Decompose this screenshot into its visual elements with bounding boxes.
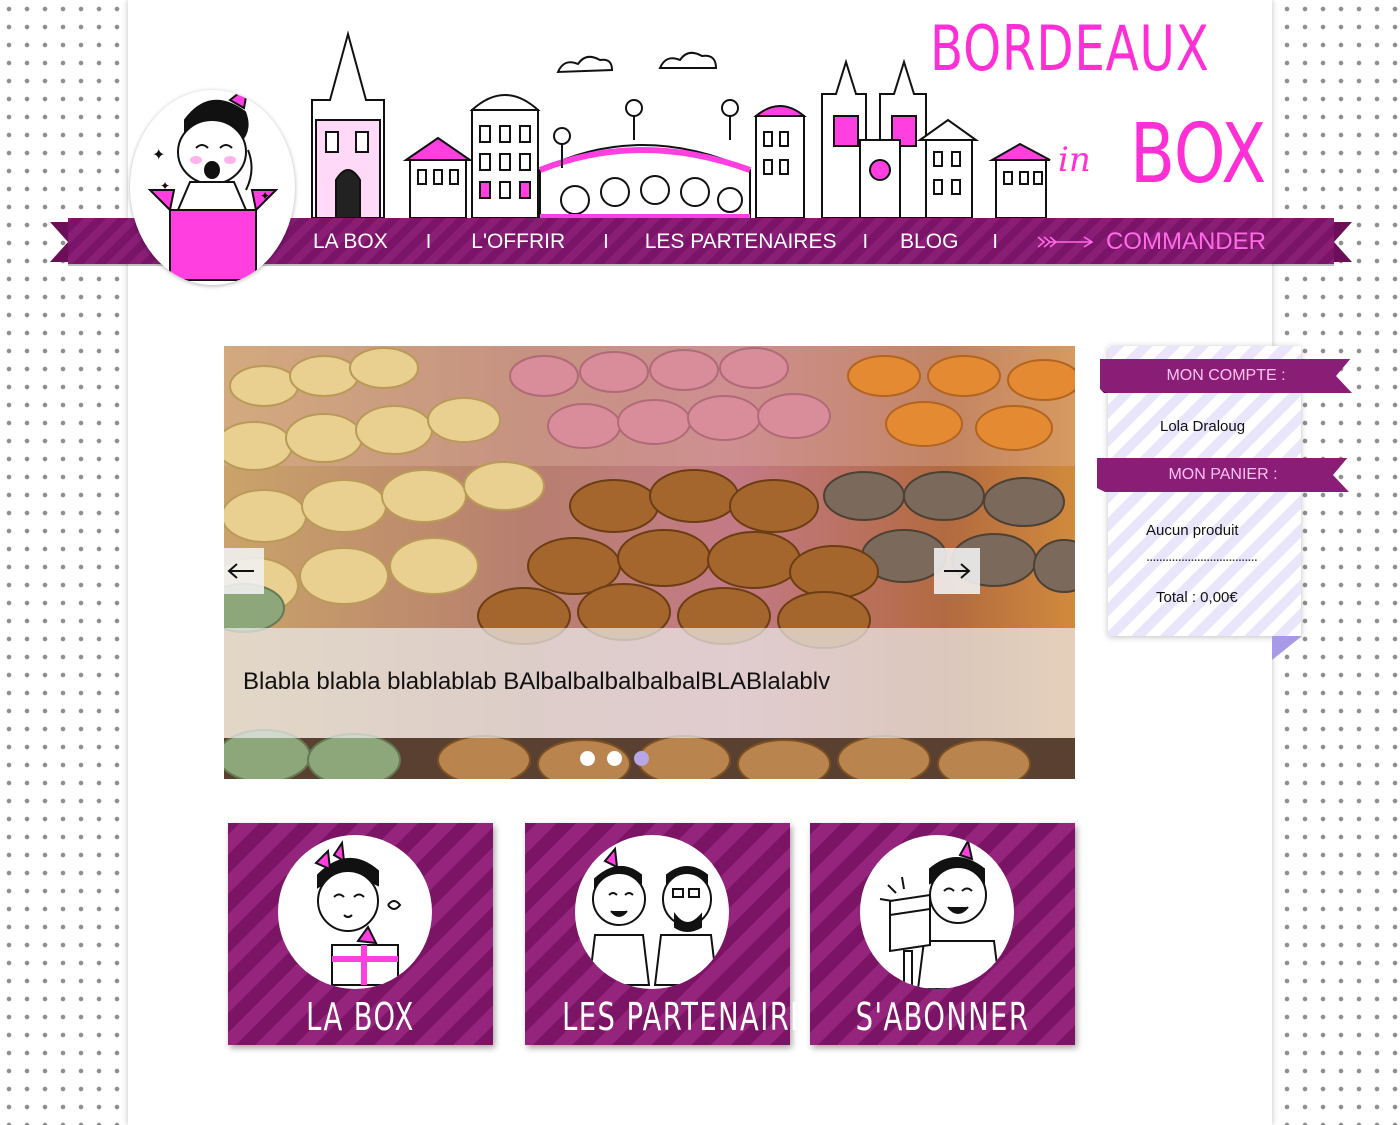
- slider-dot-1[interactable]: [580, 751, 595, 766]
- tile-les-partenaires[interactable]: LES PARTENAIRES: [525, 823, 828, 1045]
- mascot-avatar[interactable]: ✦ ✦ ✦: [130, 90, 295, 285]
- account-ribbon: MON COMPTE :: [1100, 359, 1352, 393]
- tile-label: LES PARTENAIRES: [562, 995, 828, 1039]
- brand-title-line2: BOX: [1130, 107, 1267, 202]
- tile-label: S'ABONNER: [855, 995, 1030, 1039]
- nav-cta-commander[interactable]: COMMANDER: [1036, 228, 1266, 256]
- brand-title-in: in: [1058, 140, 1091, 180]
- slider-caption: Blabla blabla blablablab BAlbalbalbalbal…: [224, 628, 1075, 738]
- cart-ribbon: MON PANIER :: [1097, 458, 1349, 492]
- nav-cta-label: COMMANDER: [1105, 228, 1266, 255]
- svg-text:✦: ✦: [160, 179, 170, 193]
- slider-dot-3[interactable]: [634, 751, 649, 766]
- nav-item-les-partenaires[interactable]: LES PARTENAIRES: [645, 230, 837, 254]
- hero-slider[interactable]: Blabla blabla blablablab BAlbalbalbalbal…: [224, 346, 1075, 779]
- nav-item-blog[interactable]: BLOG: [900, 230, 958, 254]
- user-name-link[interactable]: Lola Draloug: [1160, 418, 1245, 435]
- cart-total: Total : 0,00€: [1156, 589, 1238, 606]
- brand-logo[interactable]: BORDEAUX in BOX: [930, 12, 1270, 212]
- arrow-right-icon: [1037, 236, 1094, 248]
- cart-title: MON PANIER :: [1168, 466, 1278, 483]
- tile-label: LA BOX: [306, 995, 415, 1039]
- tile-la-box[interactable]: LA BOX: [228, 823, 493, 1045]
- nav-separator: I: [425, 230, 432, 253]
- nav-separator: I: [603, 230, 609, 253]
- arrow-left-icon: [227, 563, 254, 579]
- cart-empty-text: Aucun produit: [1146, 522, 1239, 539]
- svg-text:✦: ✦: [152, 145, 165, 164]
- mailbox-icon: [860, 835, 1014, 989]
- site-header: BORDEAUX in BOX ✦ ✦ ✦ LA BOX I L'OFFRIR …: [0, 0, 1400, 300]
- nav-item-la-box[interactable]: LA BOX: [313, 230, 388, 254]
- arrow-right-icon: [944, 563, 971, 579]
- svg-text:✦: ✦: [260, 189, 270, 203]
- card-fold: [1272, 636, 1302, 660]
- slider-next-button[interactable]: [934, 548, 980, 594]
- account-title: MON COMPTE :: [1166, 367, 1286, 384]
- main-nav: LA BOX I L'OFFRIR I LES PARTENAIRES I BL…: [295, 218, 1266, 266]
- mascot-illustration: ✦ ✦ ✦: [147, 90, 279, 281]
- cart-separator: ...................................: [1146, 548, 1258, 565]
- slider-prev-button[interactable]: [224, 548, 264, 594]
- nav-item-loffrir[interactable]: L'OFFRIR: [471, 230, 565, 254]
- slider-dot-2[interactable]: [607, 751, 622, 766]
- slider-caption-text: Blabla blabla blablablab BAlbalbalbalbal…: [243, 668, 831, 695]
- nav-separator: I: [992, 230, 998, 253]
- slider-pagination: [580, 751, 649, 766]
- girl-with-gift-icon: [278, 835, 432, 989]
- partners-icon: [575, 835, 729, 989]
- nav-separator: I: [862, 230, 869, 253]
- brand-title-line1: BORDEAUX: [930, 12, 1210, 85]
- tile-sabonner[interactable]: S'ABONNER: [810, 823, 1075, 1045]
